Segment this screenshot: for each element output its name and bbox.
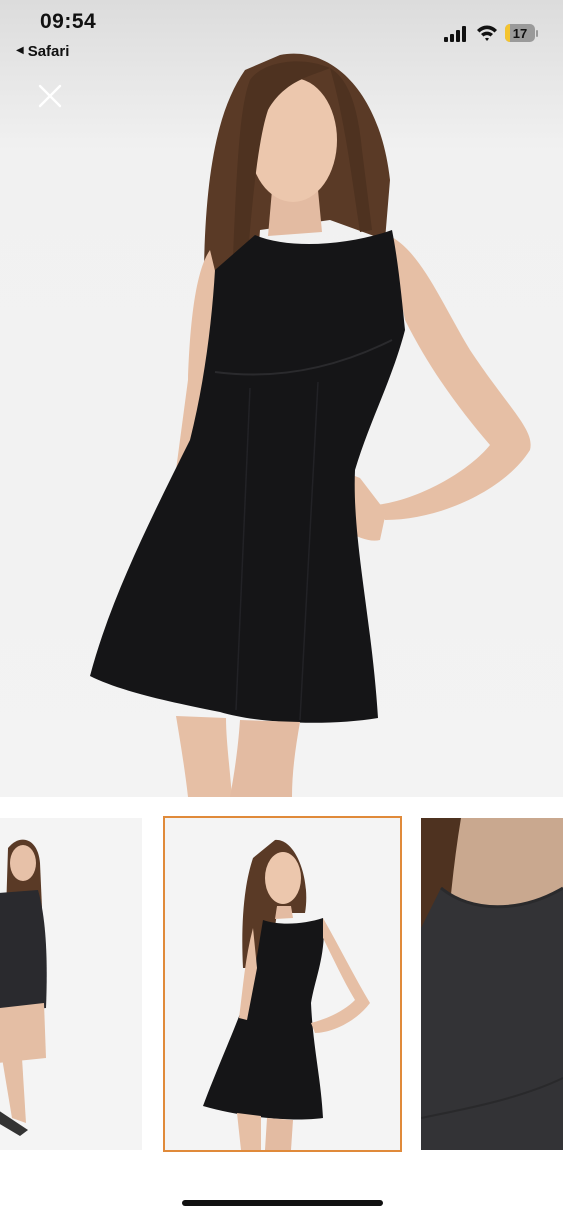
back-app-label: Safari [27,42,70,60]
status-time: 09:54 [40,10,97,33]
wifi-icon [477,25,497,41]
model-illustration [90,53,531,797]
main-product-image[interactable]: 09:54 ◀ Safari 17 [0,0,563,797]
thumbnail-side-image [0,839,47,1136]
cellular-signal-icon [444,26,466,42]
thumbnail-side-view[interactable] [0,818,142,1150]
back-to-safari-link[interactable]: ◀ Safari [16,42,69,60]
home-indicator[interactable] [182,1200,383,1206]
thumbnail-neckline-closeup[interactable] [421,818,563,1150]
battery-cap [536,30,538,37]
close-icon [38,84,62,108]
close-button[interactable] [34,80,66,112]
battery-icon: 17 [505,24,535,42]
battery-level: 17 [512,25,528,41]
thumbnail-front-view[interactable] [163,816,402,1152]
back-triangle-icon: ◀ [16,45,24,56]
thumbnail-front-image [203,839,370,1150]
thumbnail-closeup-image [421,818,563,1150]
